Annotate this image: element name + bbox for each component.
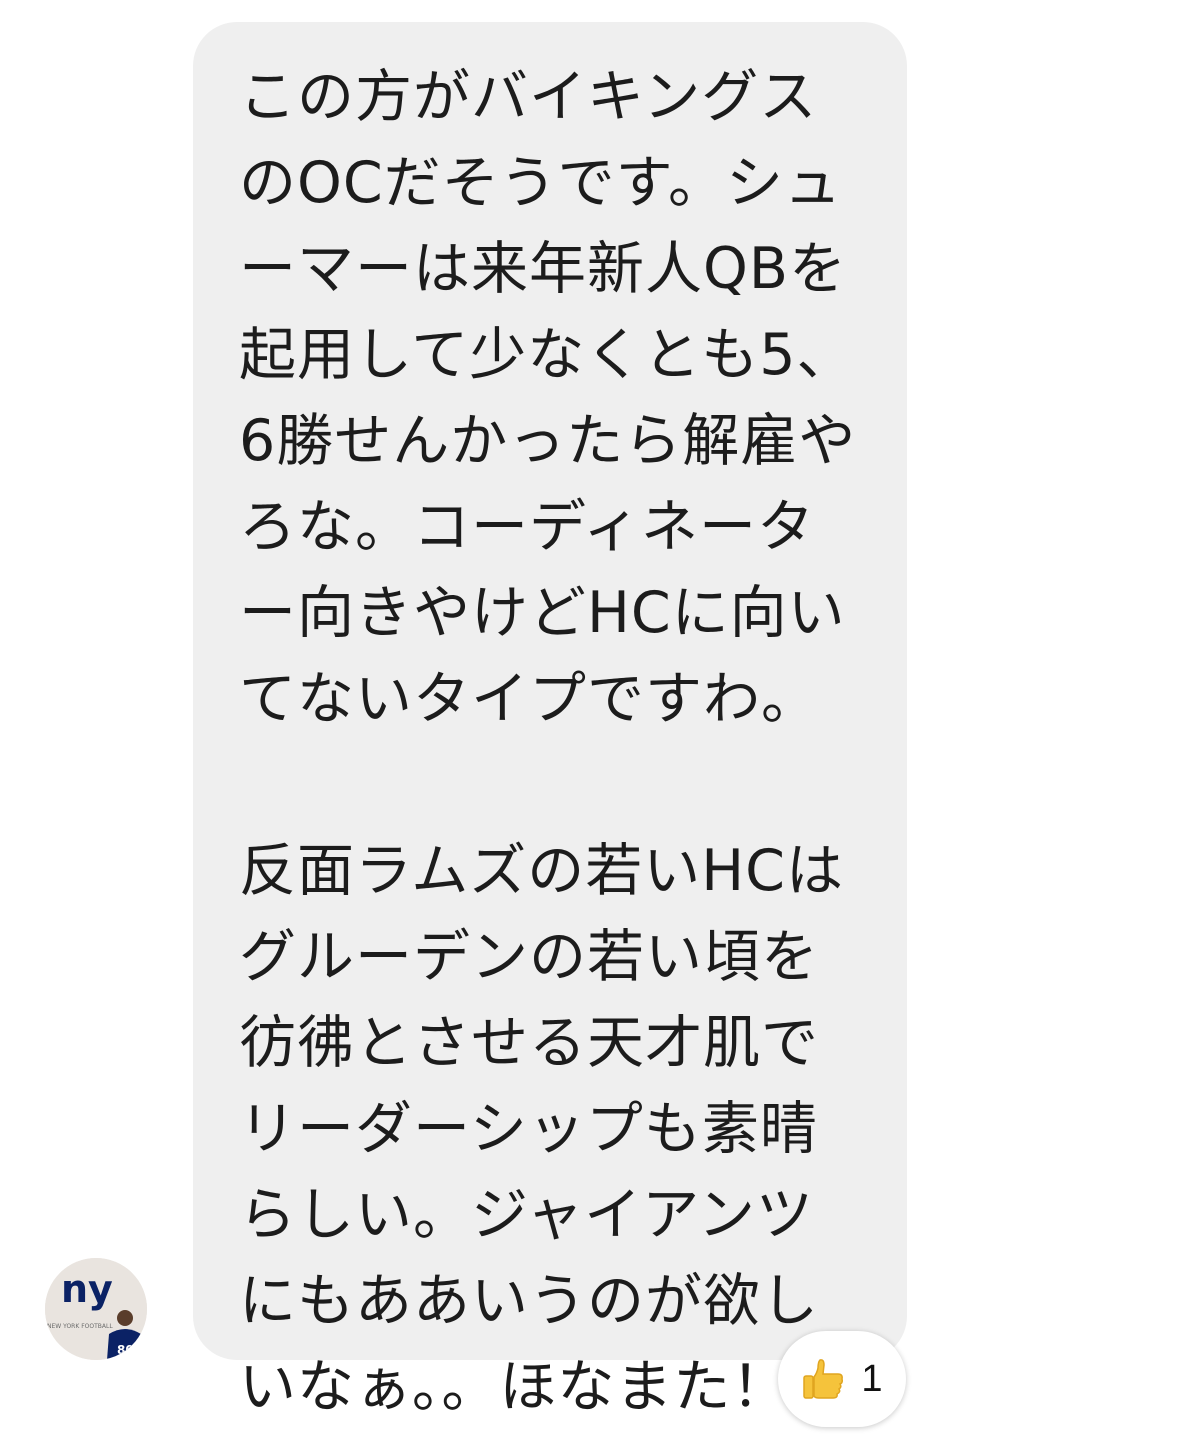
reaction-count: 1	[861, 1357, 883, 1400]
person-head-icon	[117, 1310, 133, 1326]
message-line: 起用して少なくとも5、	[239, 322, 855, 388]
reaction-pill[interactable]: 1	[778, 1331, 906, 1427]
message-line: いなぁ。。ほなまた！	[239, 1354, 790, 1420]
sender-avatar[interactable]: ny NEW YORK FOOTBALL 80	[45, 1258, 147, 1360]
thumbs-up-icon	[801, 1356, 847, 1402]
chat-screen: この方がバイキングス のOCだそうです。シュ ーマーは来年新人QBを 起用して少…	[0, 0, 1179, 1448]
message-line: ーマーは来年新人QBを	[239, 236, 847, 302]
message-line: 反面ラムズの若いHCは	[239, 838, 844, 904]
message-bubble[interactable]: この方がバイキングス のOCだそうです。シュ ーマーは来年新人QBを 起用して少…	[193, 22, 907, 1420]
message-line: にもああいうのが欲し	[239, 1268, 819, 1334]
message-line: のOCだそうです。シュ	[239, 150, 842, 216]
message-line: リーダーシップも素晴	[239, 1096, 818, 1162]
avatar-caption: NEW YORK FOOTBALL	[47, 1323, 113, 1330]
message-line: 6勝せんかったら解雇や	[239, 408, 857, 474]
message-line: てないタイプですわ。	[239, 666, 819, 732]
avatar-image: ny NEW YORK FOOTBALL 80	[45, 1258, 147, 1360]
message-line: ろな。コーディネータ	[239, 494, 816, 560]
message-line: らしい。ジャイアンツ	[239, 1182, 814, 1248]
message-line: 彷彿とさせる天才肌で	[239, 1010, 819, 1076]
message-line: ー向きやけどHCに向い	[239, 580, 846, 646]
message-line: グルーデンの若い頃を	[239, 924, 819, 990]
message-line: この方がバイキングス	[239, 64, 818, 130]
jersey-number: 80	[117, 1343, 134, 1357]
giants-logo-text: ny	[61, 1267, 113, 1311]
